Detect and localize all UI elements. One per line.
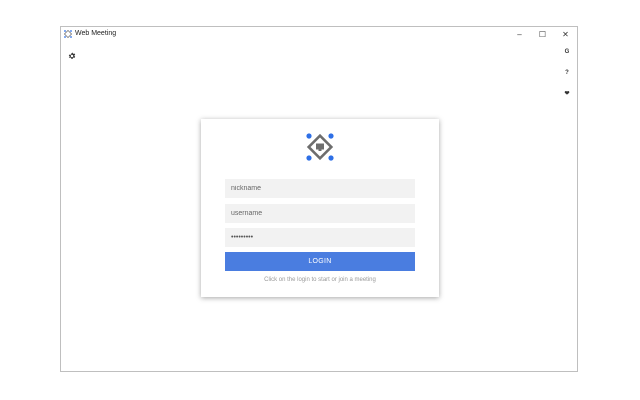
password-input[interactable]: [225, 228, 415, 247]
login-hint: Click on the login to start or join a me…: [264, 277, 376, 283]
main-content: G ? ❤ LOGIN Click on the login t: [61, 41, 577, 371]
nickname-input[interactable]: [225, 179, 415, 198]
title-bar[interactable]: Web Meeting – ☐ ✕: [61, 27, 577, 41]
app-window: Web Meeting – ☐ ✕ G ? ❤ nickname usernam…: [60, 26, 578, 372]
login-card: LOGIN Click on the login to start or joi…: [201, 119, 439, 297]
username-input[interactable]: [225, 204, 415, 223]
heart-icon[interactable]: ❤: [563, 90, 571, 98]
g-icon[interactable]: G: [563, 48, 571, 56]
window-title: Web Meeting: [75, 30, 117, 37]
help-icon[interactable]: ?: [563, 69, 571, 77]
login-button[interactable]: LOGIN: [225, 252, 415, 271]
side-toolbar: G ? ❤: [563, 48, 571, 111]
minimize-button[interactable]: –: [508, 27, 531, 41]
maximize-button[interactable]: ☐: [531, 27, 554, 41]
app-logo-icon: [63, 29, 73, 39]
web-meeting-logo-icon: [303, 130, 337, 164]
window-controls: – ☐ ✕: [508, 27, 577, 41]
close-button[interactable]: ✕: [554, 27, 577, 41]
gear-icon[interactable]: [68, 47, 76, 59]
